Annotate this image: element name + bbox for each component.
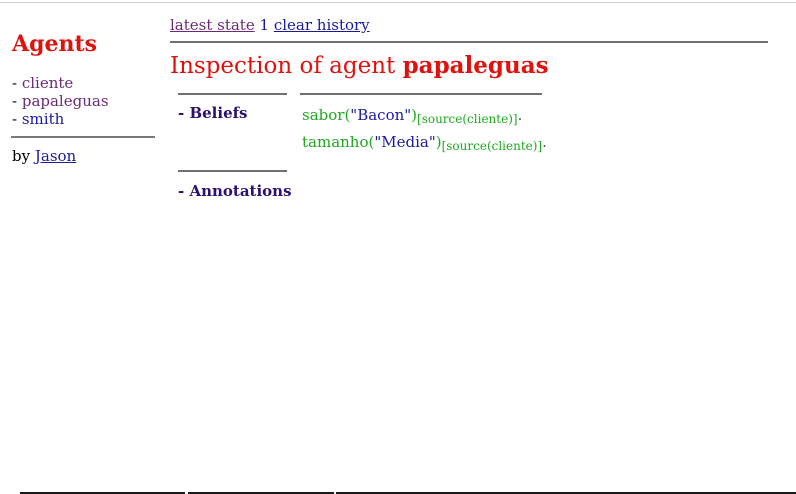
history-count: 1: [259, 16, 270, 34]
page-title-prefix: Inspection of agent: [170, 53, 396, 79]
beliefs-label-divider: [178, 93, 287, 95]
belief-terminator: .: [542, 133, 547, 151]
page-title-agent: papaleguas: [402, 52, 549, 79]
agent-list-item: - papaleguas: [12, 92, 109, 110]
belief-functor: tamanho(: [302, 133, 375, 151]
annotations-label-divider: [178, 170, 287, 172]
sidebar-divider: [11, 136, 155, 138]
clear-history-link[interactable]: clear history: [274, 16, 370, 34]
beliefs-list: sabor("Bacon")[source(cliente)]. tamanho…: [302, 104, 547, 158]
top-frame-border: [0, 2, 796, 3]
history-divider: [170, 41, 768, 43]
beliefs-content-divider: [300, 93, 542, 95]
belief-item: tamanho("Media")[source(cliente)].: [302, 131, 547, 158]
annotations-section-label[interactable]: - Annotations: [178, 182, 292, 200]
agent-link-cliente[interactable]: cliente: [22, 74, 73, 92]
jason-link[interactable]: Jason: [35, 147, 76, 165]
belief-annotation: [source(cliente)]: [417, 112, 518, 126]
belief-term: "Media": [374, 133, 436, 151]
page-title: Inspection of agent papaleguas: [170, 51, 768, 81]
history-bar: latest state 1 clear history: [170, 16, 768, 36]
agent-list-item: - smith: [12, 110, 65, 128]
belief-annotation: [source(cliente)]: [441, 139, 543, 153]
belief-functor: sabor(: [302, 106, 351, 124]
agent-link-smith[interactable]: smith: [22, 110, 64, 128]
agent-list: - cliente - papaleguas - smith: [12, 74, 155, 128]
agent-list-item: - cliente: [12, 74, 74, 92]
inspection-panel: latest state 1 clear history Inspection …: [170, 16, 768, 81]
agent-link-papaleguas[interactable]: papaleguas: [22, 92, 109, 110]
latest-state-link[interactable]: latest state: [170, 16, 255, 34]
sidebar-title: Agents: [12, 31, 97, 57]
credits-line: by Jason: [12, 147, 155, 165]
belief-term: "Bacon": [350, 106, 412, 124]
belief-terminator: .: [517, 106, 523, 124]
credits-prefix: by: [12, 147, 31, 165]
beliefs-section-label[interactable]: - Beliefs: [178, 104, 248, 122]
agents-sidebar: Agents - cliente - papaleguas - smith by…: [11, 30, 155, 165]
belief-item: sabor("Bacon")[source(cliente)].: [302, 104, 547, 131]
